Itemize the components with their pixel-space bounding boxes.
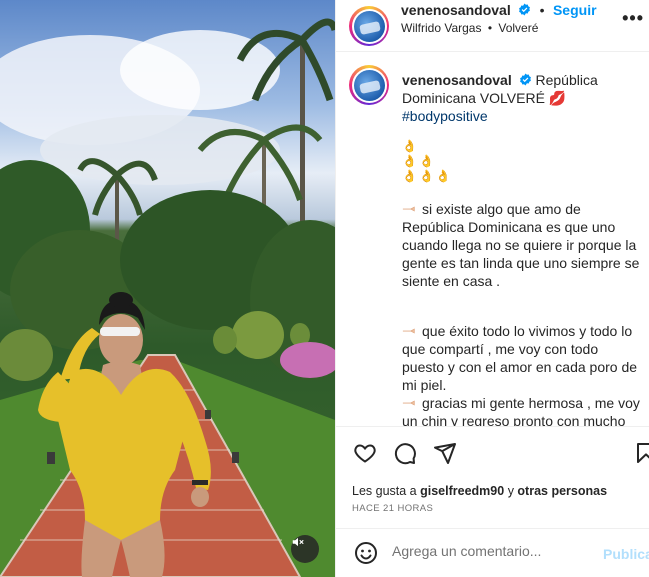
- audio-artist: Wilfrido Vargas: [401, 21, 482, 35]
- post-username[interactable]: venenosandoval: [401, 2, 511, 18]
- more-options-button[interactable]: •••: [622, 8, 644, 29]
- separator-dot: •: [539, 2, 545, 18]
- action-bar: [336, 426, 649, 478]
- heart-icon[interactable]: [353, 441, 377, 465]
- verified-badge-icon: [519, 3, 531, 16]
- likes-others[interactable]: otras personas: [517, 484, 607, 498]
- comment-composer: Publicar: [336, 528, 649, 577]
- publish-button[interactable]: Publicar: [603, 546, 649, 562]
- likes-user[interactable]: giselfreedm90: [420, 484, 504, 498]
- post-header: venenosandoval • Seguir Wilfrido Vargas …: [336, 0, 649, 52]
- mute-audio-button[interactable]: [291, 535, 319, 563]
- pointing-hand-icon: [402, 400, 415, 406]
- audio-track: Volveré: [498, 21, 539, 35]
- caption-paragraph-1: si existe algo que amo de República Domi…: [402, 201, 640, 289]
- avatar[interactable]: [349, 6, 389, 46]
- follow-button[interactable]: Seguir: [553, 2, 597, 18]
- post-photo[interactable]: [0, 0, 335, 577]
- post-sidebar: venenosandoval • Seguir Wilfrido Vargas …: [335, 0, 649, 577]
- caption-text-line2: Dominicana VOLVERÉ: [402, 90, 545, 106]
- likes-prefix: Les gusta a: [352, 484, 417, 498]
- likes-summary[interactable]: Les gusta a giselfreedm90 y otras person…: [352, 484, 607, 498]
- caption-avatar[interactable]: [349, 65, 389, 105]
- kiss-emoji: 💋: [548, 90, 567, 106]
- bookmark-icon[interactable]: [634, 441, 649, 465]
- caption-text-line1: República: [535, 72, 598, 88]
- pointing-hand-icon: [402, 328, 415, 334]
- ok-hand-emoji-row: 👌: [402, 139, 419, 153]
- caption-paragraph-3: gracias mi gente hermosa , me voy un chi…: [402, 395, 640, 426]
- likes-join: y: [507, 484, 514, 498]
- comment-input[interactable]: [392, 543, 592, 559]
- emoji-picker-icon[interactable]: [354, 541, 378, 565]
- ok-hand-emoji-row: 👌👌: [402, 154, 436, 168]
- verified-badge-icon: [519, 73, 531, 86]
- post-timestamp[interactable]: HACE 21 HORAS: [352, 503, 433, 514]
- pointing-hand-icon: [402, 206, 415, 212]
- photo-illustration: [0, 18, 335, 577]
- hashtag-link[interactable]: #bodypositive: [402, 108, 488, 124]
- ok-hand-emoji-row: 👌👌👌: [402, 169, 453, 183]
- caption-scroll-area[interactable]: venenosandoval República Dominicana VOLV…: [336, 52, 649, 426]
- comment-icon[interactable]: [393, 441, 417, 465]
- caption-username[interactable]: venenosandoval: [402, 72, 512, 88]
- audio-subline[interactable]: Wilfrido Vargas • Volveré: [401, 21, 538, 35]
- speaker-muted-icon: [292, 537, 304, 547]
- caption-paragraph-2: que éxito todo lo vivimos y todo lo que …: [402, 323, 638, 393]
- caption: venenosandoval República Dominicana VOLV…: [402, 71, 642, 426]
- share-icon[interactable]: [433, 441, 457, 465]
